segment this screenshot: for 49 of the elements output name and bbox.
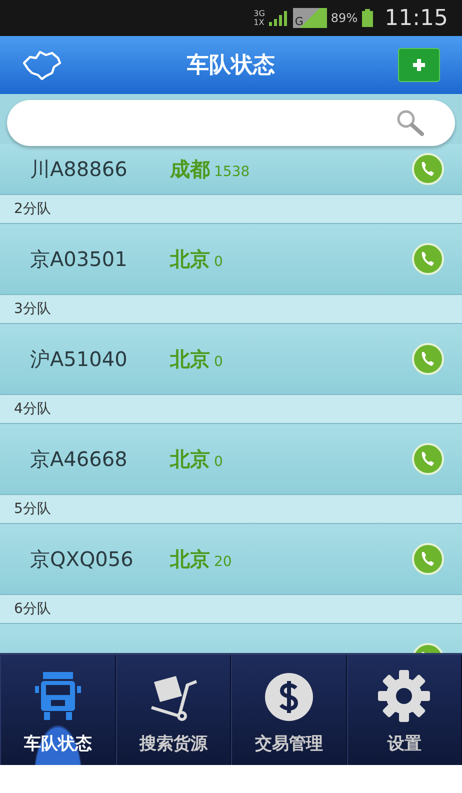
tab[interactable]: 车队状态 xyxy=(0,655,116,765)
dollar-icon xyxy=(264,672,314,722)
plate-number: 京A03501 xyxy=(30,246,128,272)
vehicle-count: 20 xyxy=(214,554,232,570)
network-type: 3G 1X xyxy=(254,9,265,27)
search-field[interactable] xyxy=(7,100,455,146)
map-icon[interactable] xyxy=(20,49,64,81)
group-header: 5分队 xyxy=(14,500,51,518)
tab[interactable]: 搜索货源 xyxy=(116,655,231,765)
plate-number: 京A46668 xyxy=(30,446,128,472)
phone-call-icon[interactable] xyxy=(412,153,444,185)
phone-call-icon[interactable] xyxy=(412,343,444,375)
screen-title: 车队状态 xyxy=(187,52,275,80)
vehicle-location: 北京 xyxy=(170,446,210,472)
search-icon xyxy=(395,108,425,138)
group-header: 3分队 xyxy=(14,300,51,318)
battery-icon xyxy=(362,9,373,27)
phone-call-icon[interactable] xyxy=(412,443,444,475)
add-button[interactable] xyxy=(398,48,440,82)
vehicle-count: 0 xyxy=(214,454,223,470)
settings-icon xyxy=(378,670,430,722)
signal-icon xyxy=(268,10,289,26)
clock: 11:15 xyxy=(384,6,448,30)
tab[interactable]: 设置 xyxy=(346,655,462,765)
vehicle-row[interactable]: 川A88866 成都 1538 xyxy=(0,144,462,195)
vehicle-location: 成都 xyxy=(170,156,210,182)
data-signal-badge: G xyxy=(292,8,327,28)
vehicle-location: 北京 xyxy=(170,246,210,272)
battery-level: 89% xyxy=(330,11,358,25)
group-header: 4分队 xyxy=(14,400,51,418)
phone-call-icon[interactable] xyxy=(412,543,444,575)
plate-number: 川A88866 xyxy=(30,156,128,182)
group-header: 2分队 xyxy=(14,200,51,218)
vehicle-count: 1538 xyxy=(214,164,250,180)
phone-call-icon[interactable] xyxy=(412,243,444,275)
vehicle-count: 0 xyxy=(214,254,223,270)
truck-icon xyxy=(34,672,81,722)
plus-icon xyxy=(411,57,427,73)
group-header: 6分队 xyxy=(14,600,51,618)
plate-number: 京QXQ056 xyxy=(30,546,134,572)
vehicle-row[interactable]: 京QXQ056 北京 20 xyxy=(0,524,462,595)
vehicle-row[interactable]: 京A03501 北京 0 xyxy=(0,224,462,295)
vehicle-row[interactable]: 京A46668 北京 0 xyxy=(0,424,462,495)
vehicle-location: 北京 xyxy=(170,546,210,572)
plate-number: 沪A51040 xyxy=(30,346,128,372)
vehicle-count: 0 xyxy=(214,354,223,370)
tab[interactable]: 交易管理 xyxy=(231,655,346,765)
vehicle-row[interactable]: 沪A51040 北京 0 xyxy=(0,324,462,395)
vehicle-location: 北京 xyxy=(170,346,210,372)
